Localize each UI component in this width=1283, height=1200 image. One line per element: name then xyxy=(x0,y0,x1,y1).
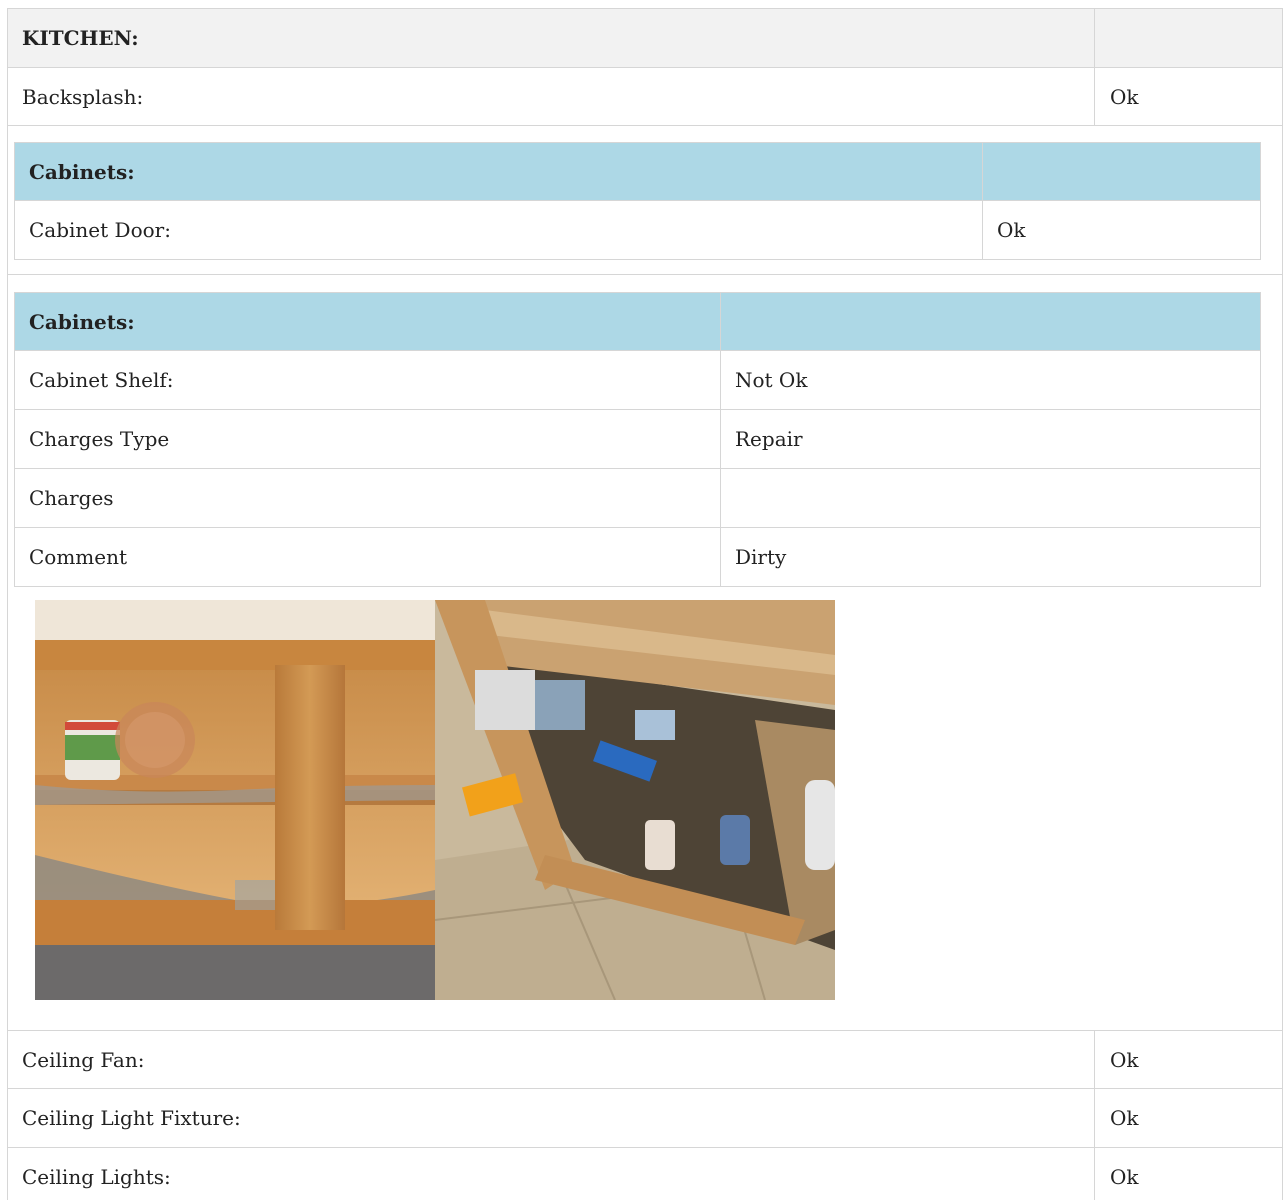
cabinet-shelf-header: Cabinets: xyxy=(14,292,1261,351)
row-label: Ceiling Lights: xyxy=(8,1148,1095,1200)
row-value: Not Ok xyxy=(735,368,808,392)
cabinet-shelf-table: Cabinets: Cabinet Shelf: Not Ok Charges … xyxy=(14,292,1261,587)
row-label: Comment xyxy=(15,528,721,586)
cabinet-door-title: Cabinets: xyxy=(15,143,983,200)
cabinet-door-table: Cabinets: Cabinet Door: Ok xyxy=(14,142,1261,260)
row-label: Charges xyxy=(15,469,721,527)
row-label: Ceiling Fan: xyxy=(8,1031,1095,1088)
table-row: Cabinet Shelf: Not Ok xyxy=(14,351,1261,410)
row-value: Ok xyxy=(1110,1165,1139,1189)
row-label: Cabinet Shelf: xyxy=(15,351,721,409)
table-row: Charges Type Repair xyxy=(14,410,1261,469)
section-header-row: KITCHEN: xyxy=(7,8,1283,68)
row-ceiling-lights: Ceiling Lights: Ok xyxy=(7,1147,1283,1200)
row-ceiling-light-fixture: Ceiling Light Fixture: Ok xyxy=(7,1088,1283,1148)
row-value: Ok xyxy=(997,218,1026,242)
row-ceiling-fan: Ceiling Fan: Ok xyxy=(7,1030,1283,1089)
row-value: Ok xyxy=(1110,1106,1139,1130)
cabinet-door-header: Cabinets: xyxy=(14,142,1261,201)
section-title: KITCHEN: xyxy=(8,9,1095,67)
row-label: Ceiling Light Fixture: xyxy=(8,1089,1095,1147)
row-label: Backsplash: xyxy=(8,68,1095,125)
table-row: Cabinet Door: Ok xyxy=(14,201,1261,260)
row-value: Dirty xyxy=(735,545,787,569)
row-backsplash: Backsplash: Ok xyxy=(7,67,1283,126)
row-label: Cabinet Door: xyxy=(15,201,983,259)
cabinet-shelf-title: Cabinets: xyxy=(15,293,721,350)
table-row: Charges xyxy=(14,469,1261,528)
cabinet-shelf-photo-2[interactable] xyxy=(435,600,835,1000)
table-row: Comment Dirty xyxy=(14,528,1261,587)
cabinet-shelf-photo-1[interactable] xyxy=(35,600,435,1000)
cabinet-door-header-empty xyxy=(983,143,1260,200)
row-label: Charges Type xyxy=(15,410,721,468)
row-value xyxy=(721,469,1260,527)
row-value: Ok xyxy=(1110,84,1139,109)
cabinet-shelf-header-empty xyxy=(721,293,1260,350)
row-value: Repair xyxy=(735,427,803,451)
section-header-empty xyxy=(1095,9,1282,67)
row-value: Ok xyxy=(1110,1047,1139,1072)
